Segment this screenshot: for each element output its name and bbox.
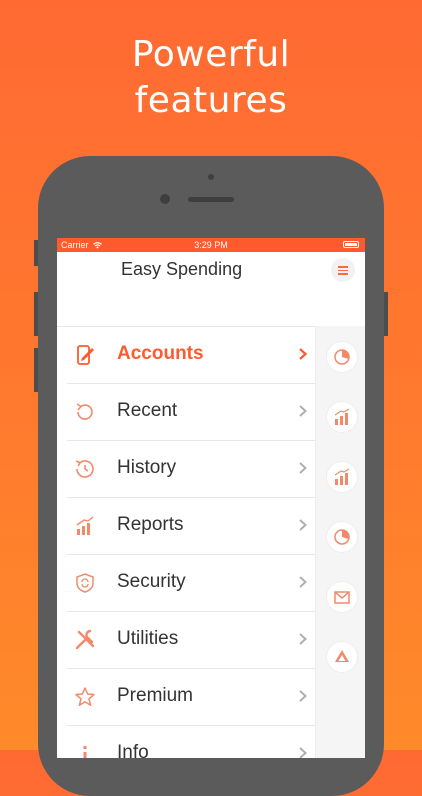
clock-history-icon bbox=[75, 460, 94, 478]
mail-icon[interactable] bbox=[327, 582, 357, 612]
promo-line-1: Powerful bbox=[131, 34, 291, 75]
bar-chart-up-icon[interactable] bbox=[327, 402, 357, 432]
chevron-right-icon bbox=[299, 348, 308, 360]
menu-item-label: Utilities bbox=[117, 628, 179, 649]
shield-refresh-icon bbox=[76, 573, 94, 593]
pie-chart-icon[interactable] bbox=[327, 342, 357, 372]
app-screen: Carrier 3:29 PM Easy Spending Accounts R… bbox=[57, 238, 365, 758]
phone-edit-icon bbox=[77, 345, 94, 365]
menu-item-label: History bbox=[117, 457, 177, 478]
volume-up-button bbox=[34, 292, 38, 336]
status-bar: Carrier 3:29 PM bbox=[57, 238, 365, 252]
menu-item-label: Security bbox=[117, 571, 186, 592]
power-button bbox=[384, 292, 388, 336]
main-menu: Accounts Recent History Reports Security… bbox=[57, 326, 315, 758]
bar-chart-up-icon[interactable] bbox=[327, 462, 357, 492]
battery-icon bbox=[343, 241, 359, 248]
menu-item-label: Recent bbox=[117, 400, 178, 421]
menu-item-security[interactable]: Security bbox=[67, 555, 315, 612]
menu-item-label: Reports bbox=[117, 514, 184, 535]
chevron-right-icon bbox=[299, 690, 307, 702]
chevron-right-icon bbox=[299, 576, 307, 588]
info-icon bbox=[83, 746, 87, 758]
chevron-right-icon bbox=[299, 519, 307, 531]
menu-item-label: Premium bbox=[117, 685, 194, 706]
star-icon bbox=[75, 687, 95, 707]
chevron-right-icon bbox=[299, 405, 307, 417]
refresh-icon bbox=[76, 403, 93, 420]
menu-item-info[interactable]: Info bbox=[67, 726, 315, 758]
menu-item-utilities[interactable]: Utilities bbox=[67, 612, 315, 669]
app-title: Easy Spending bbox=[121, 259, 243, 279]
chevron-right-icon bbox=[299, 633, 307, 645]
earpiece-speaker bbox=[188, 197, 234, 202]
menu-item-label: Accounts bbox=[117, 343, 204, 364]
menu-item-label: Info bbox=[117, 742, 149, 758]
bar-chart-up-icon bbox=[76, 516, 94, 535]
sensor-dot bbox=[208, 174, 214, 180]
shortcut-strip bbox=[315, 326, 365, 758]
menu-item-recent[interactable]: Recent bbox=[67, 384, 315, 441]
front-camera bbox=[160, 194, 170, 204]
menu-item-reports[interactable]: Reports bbox=[67, 498, 315, 555]
tools-icon bbox=[75, 629, 95, 650]
drive-icon[interactable] bbox=[327, 642, 357, 672]
pie-chart-icon[interactable] bbox=[327, 522, 357, 552]
menu-item-accounts[interactable]: Accounts bbox=[67, 327, 315, 384]
volume-down-button bbox=[34, 348, 38, 392]
menu-item-history[interactable]: History bbox=[67, 441, 315, 498]
mute-switch bbox=[34, 240, 38, 266]
hamburger-menu-button[interactable] bbox=[331, 258, 355, 282]
promo-headline: Powerful features bbox=[0, 32, 422, 124]
chevron-right-icon bbox=[299, 462, 307, 474]
promo-line-2: features bbox=[134, 80, 288, 121]
chevron-right-icon bbox=[299, 747, 307, 758]
status-time: 3:29 PM bbox=[194, 240, 228, 250]
menu-item-premium[interactable]: Premium bbox=[67, 669, 315, 726]
